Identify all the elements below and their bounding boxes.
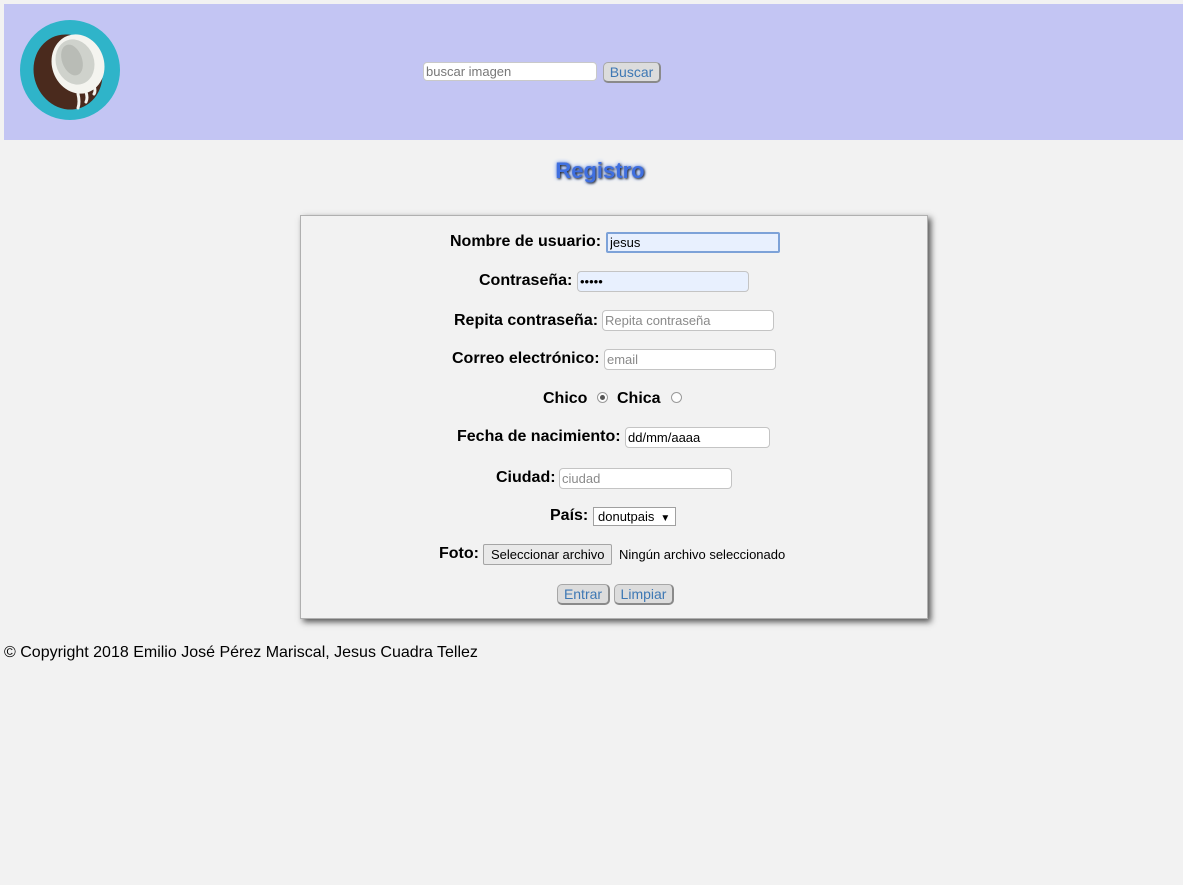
choose-file-button[interactable]: Seleccionar archivo xyxy=(483,544,613,565)
gender-option-chico-label: Chico xyxy=(543,390,588,407)
gender-chico-radio[interactable] xyxy=(597,392,608,403)
page-title: Registro xyxy=(555,158,645,183)
coconut-logo-icon[interactable] xyxy=(20,20,120,120)
country-select-value: donutpais xyxy=(598,509,655,524)
birthdate-input[interactable] xyxy=(625,427,770,448)
email-label: Correo electrónico: xyxy=(452,350,600,367)
city-label: Ciudad: xyxy=(496,469,556,486)
username-label: Nombre de usuario: xyxy=(450,233,602,250)
gender-option-chica-label: Chica xyxy=(617,390,661,407)
username-input[interactable] xyxy=(606,232,780,253)
file-status: Ningún archivo seleccionado xyxy=(619,547,786,562)
repeat-password-input[interactable] xyxy=(602,310,774,331)
site-header: Buscar xyxy=(4,4,1183,140)
search-input[interactable] xyxy=(423,62,597,81)
city-input[interactable] xyxy=(559,468,732,489)
chevron-down-icon: ▼ xyxy=(660,513,671,524)
birthdate-label: Fecha de nacimiento: xyxy=(457,428,621,445)
password-input[interactable] xyxy=(577,271,749,292)
email-input[interactable] xyxy=(604,349,776,370)
submit-button[interactable]: Entrar xyxy=(557,584,610,605)
photo-label: Foto: xyxy=(439,545,479,562)
registration-form: Nombre de usuario: Contraseña: Repita co… xyxy=(300,215,928,619)
country-label: País: xyxy=(550,507,589,524)
password-label: Contraseña: xyxy=(479,272,573,289)
copyright-footer: © Copyright 2018 Emilio José Pérez Maris… xyxy=(4,644,478,661)
repeat-password-label: Repita contraseña: xyxy=(454,312,599,329)
search-button[interactable]: Buscar xyxy=(603,62,661,83)
reset-button[interactable]: Limpiar xyxy=(614,584,674,605)
gender-chica-radio[interactable] xyxy=(671,392,682,403)
country-select[interactable]: donutpais ▼ xyxy=(593,507,676,526)
